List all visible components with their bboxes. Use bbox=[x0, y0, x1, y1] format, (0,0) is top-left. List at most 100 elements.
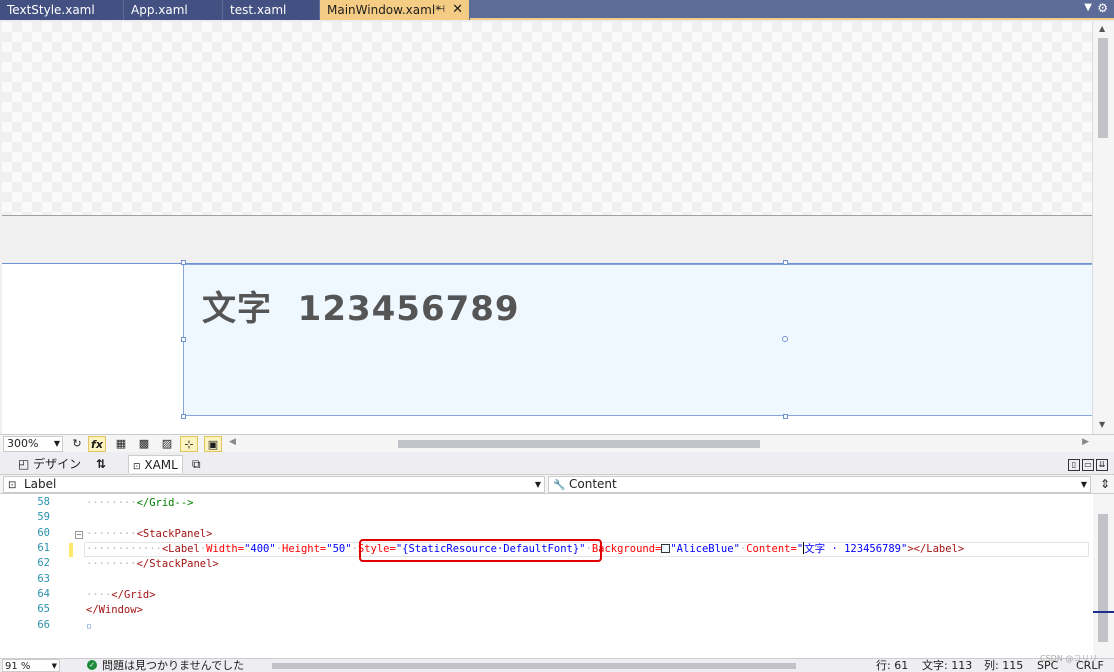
xaml-navigation-bar: ⊡ Label ▼ 🔧 Content ▼ ⇕ bbox=[0, 474, 1114, 494]
design-background bbox=[2, 22, 1092, 216]
element-dropdown-value: Label bbox=[24, 477, 57, 491]
editor-zoom-select[interactable]: 91 % ▼ bbox=[2, 659, 60, 672]
code-token: <Label bbox=[161, 543, 200, 555]
scroll-up-icon[interactable]: ▲ bbox=[1099, 24, 1105, 33]
fold-toggle-icon[interactable]: − bbox=[75, 531, 83, 539]
column-indicator[interactable]: 列: 115 bbox=[984, 659, 1023, 672]
refresh-icon[interactable]: ↻ bbox=[68, 436, 86, 452]
resize-handle[interactable] bbox=[181, 260, 186, 265]
scroll-thumb[interactable] bbox=[398, 440, 760, 448]
vertical-split-icon[interactable]: ▯ bbox=[1068, 459, 1080, 471]
member-dropdown[interactable]: 🔧 Content ▼ bbox=[548, 476, 1091, 493]
tab-xaml-label: XAML bbox=[144, 458, 178, 472]
resize-handle[interactable] bbox=[181, 414, 186, 419]
code-token: 文字 · 123456789" bbox=[804, 543, 908, 555]
code-token: Background= bbox=[591, 543, 662, 555]
tab-label: test.xaml bbox=[230, 3, 287, 17]
design-view-icon: ◰ bbox=[18, 457, 30, 471]
resize-handle[interactable] bbox=[783, 414, 788, 419]
chevron-down-icon: ▼ bbox=[51, 662, 57, 670]
chevron-down-icon: ▼ bbox=[53, 439, 60, 448]
code-token: Content= bbox=[746, 543, 797, 555]
line-number: 64 bbox=[37, 588, 50, 600]
member-dropdown-value: Content bbox=[569, 477, 617, 491]
xaml-code-editor[interactable]: 58 59 60 61 62 63 64 65 66 − ········</G… bbox=[0, 494, 1093, 658]
document-tab-strip: TextStyle.xaml App.xaml test.xaml MainWi… bbox=[0, 0, 1114, 20]
code-line-64: ····</Grid> bbox=[86, 589, 156, 601]
tab-textstyle-xaml[interactable]: TextStyle.xaml bbox=[0, 0, 124, 20]
tab-mainwindow-xaml[interactable]: MainWindow.xaml* ⊣ ✕ bbox=[320, 0, 470, 20]
code-token: Height= bbox=[282, 543, 327, 555]
tab-label: App.xaml bbox=[131, 3, 188, 17]
code-token: </Window> bbox=[86, 604, 143, 616]
design-zoom-select[interactable]: 300% ▼ bbox=[3, 436, 63, 452]
color-swatch[interactable] bbox=[661, 544, 671, 553]
line-number: 61 bbox=[37, 542, 50, 554]
code-token: <StackPanel> bbox=[136, 528, 213, 540]
code-line-60: ········<StackPanel> bbox=[86, 528, 213, 540]
scroll-thumb[interactable] bbox=[272, 663, 796, 669]
editor-vertical-scrollbar[interactable] bbox=[1093, 494, 1114, 658]
scroll-left-icon[interactable]: ◀ bbox=[229, 437, 236, 447]
pin-icon[interactable]: ⊣ bbox=[436, 0, 445, 20]
code-token: Width= bbox=[206, 543, 245, 555]
scroll-thumb[interactable] bbox=[1098, 38, 1108, 138]
line-number: 63 bbox=[37, 573, 50, 585]
split-view-tabs: ◰ デザイン ⇅ ⊡ XAML ⧉ ▯ ▭ ⇊ bbox=[0, 452, 1114, 474]
resize-handle[interactable] bbox=[783, 260, 788, 265]
element-icon: ⊡ bbox=[8, 480, 17, 491]
char-indicator[interactable]: 文字: 113 bbox=[922, 659, 972, 672]
caret-position-marker bbox=[1093, 611, 1114, 613]
grid-icon[interactable]: ▦ bbox=[112, 436, 130, 452]
line-number-gutter: 58 59 60 61 62 63 64 65 66 bbox=[0, 494, 68, 658]
gear-icon[interactable]: ⚙ bbox=[1097, 1, 1108, 15]
fx-effects-button[interactable]: fx bbox=[88, 436, 106, 452]
editor-status-bar: 91 % ▼ ✓ 問題は見つかりませんでした 行: 61 文字: 113 列: … bbox=[0, 658, 1114, 672]
resize-handle[interactable] bbox=[181, 337, 186, 342]
line-number: 59 bbox=[37, 511, 50, 523]
editor-horizontal-scrollbar[interactable] bbox=[262, 662, 857, 670]
code-token: "AliceBlue" bbox=[670, 543, 740, 555]
tab-test-xaml[interactable]: test.xaml bbox=[223, 0, 320, 20]
project-code-icon[interactable]: ▣ bbox=[204, 436, 222, 452]
code-token: </Grid> bbox=[111, 589, 156, 601]
tab-design-label: デザイン bbox=[33, 457, 82, 471]
wrench-icon: 🔧 bbox=[553, 480, 566, 491]
snap-lines-icon[interactable]: ⊹ bbox=[180, 436, 198, 452]
resize-handle[interactable] bbox=[782, 336, 788, 342]
tab-app-xaml[interactable]: App.xaml bbox=[124, 0, 223, 20]
label-preview[interactable]: 文字 123456789 bbox=[183, 264, 1092, 416]
scroll-down-icon[interactable]: ▼ bbox=[1099, 420, 1105, 429]
line-number: 66 bbox=[37, 619, 50, 631]
code-token: </StackPanel> bbox=[136, 558, 219, 570]
line-indicator[interactable]: 行: 61 bbox=[876, 659, 908, 672]
design-vertical-scrollbar[interactable]: ▲ ▼ bbox=[1092, 22, 1114, 434]
split-editor-icon[interactable]: ⇕ bbox=[1100, 477, 1110, 491]
snap-grid-icon[interactable]: ▩ bbox=[135, 436, 153, 452]
tab-xaml[interactable]: ⊡ XAML bbox=[128, 455, 183, 473]
code-line-62: ········</StackPanel> bbox=[86, 558, 219, 570]
swap-panes-button[interactable]: ⇅ bbox=[92, 455, 106, 473]
chevron-down-icon[interactable]: ▼ bbox=[1084, 2, 1092, 13]
xaml-view-icon: ⊡ bbox=[133, 462, 141, 472]
visual-studio-window: TextStyle.xaml App.xaml test.xaml MainWi… bbox=[0, 0, 1114, 672]
code-token: ></Label> bbox=[907, 543, 965, 555]
tab-design[interactable]: ◰ デザイン bbox=[14, 455, 81, 473]
code-token: "400" bbox=[244, 543, 276, 555]
horizontal-split-icon[interactable]: ▭ bbox=[1082, 459, 1094, 471]
scroll-right-icon[interactable]: ▶ bbox=[1082, 437, 1089, 447]
element-dropdown[interactable]: ⊡ Label ▼ bbox=[3, 476, 545, 493]
popout-xaml-icon[interactable]: ⧉ bbox=[188, 455, 201, 473]
tab-label: TextStyle.xaml bbox=[7, 3, 95, 17]
collapse-pane-icon[interactable]: ⇊ bbox=[1096, 459, 1108, 471]
artboard-background-icon[interactable]: ▨ bbox=[158, 436, 176, 452]
code-line-58: ········</Grid--> bbox=[86, 497, 194, 509]
close-icon[interactable]: ✕ bbox=[452, 0, 463, 20]
design-horizontal-scrollbar[interactable]: ◀ ▶ bbox=[229, 437, 1089, 449]
editor-zoom-value: 91 % bbox=[5, 661, 31, 672]
code-token: "50" bbox=[326, 543, 352, 555]
design-surface[interactable]: 文字 123456789 bbox=[0, 22, 1092, 434]
line-number: 60 bbox=[37, 527, 50, 539]
scroll-thumb[interactable] bbox=[1098, 514, 1108, 642]
issues-status[interactable]: 問題は見つかりませんでした bbox=[102, 659, 244, 672]
